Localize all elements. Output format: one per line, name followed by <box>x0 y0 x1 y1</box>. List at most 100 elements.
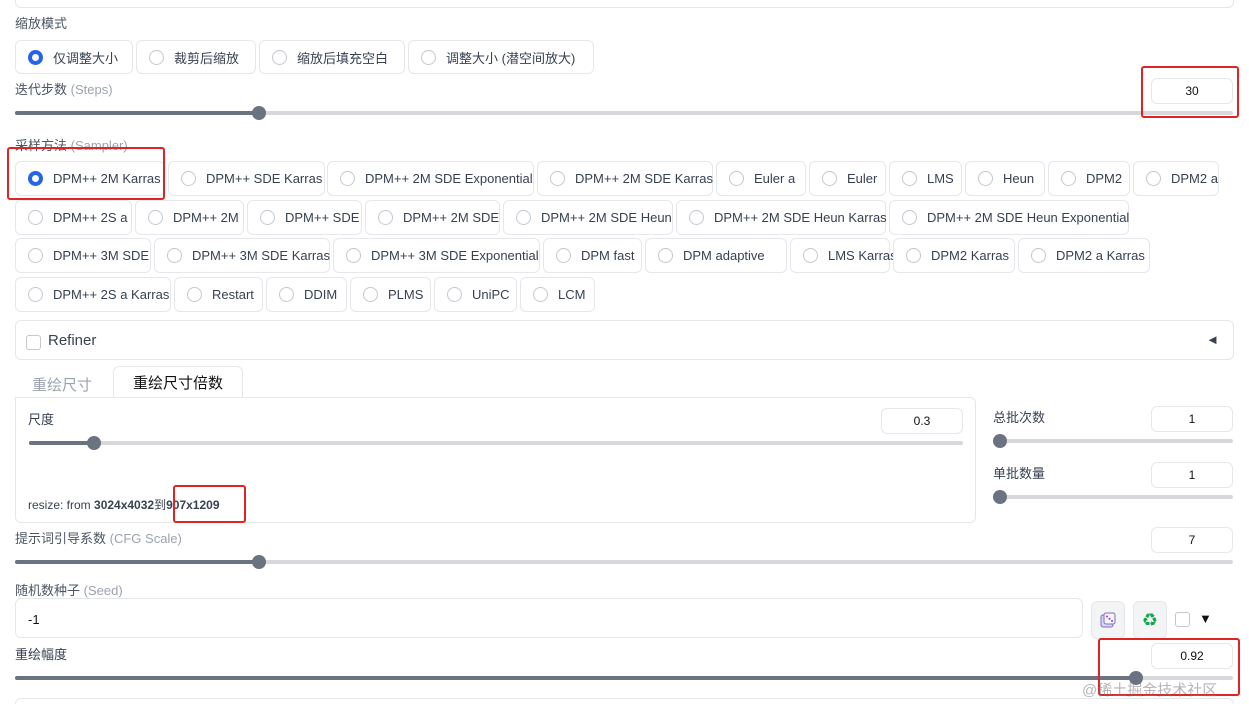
sampler-option[interactable]: LCM <box>520 277 595 312</box>
sampler-option[interactable]: DPM++ SDE <box>247 200 362 235</box>
batch-count-slider[interactable] <box>993 434 1233 448</box>
refiner-label: Refiner <box>48 332 97 349</box>
sampler-option-label: UniPC <box>472 287 510 302</box>
denoise-slider[interactable] <box>15 671 1233 685</box>
batch-count-slider-handle[interactable] <box>993 434 1007 448</box>
radio-icon <box>181 171 196 186</box>
radio-icon <box>260 210 275 225</box>
extra-seed-checkbox[interactable] <box>1175 612 1190 627</box>
sampler-option[interactable]: DPM++ 2M SDE Exponential <box>327 161 534 196</box>
steps-input[interactable]: 30 <box>1151 78 1233 104</box>
sampler-option[interactable]: DPM++ SDE Karras <box>168 161 325 196</box>
radio-icon <box>822 171 837 186</box>
sampler-option[interactable]: DPM2 <box>1048 161 1130 196</box>
radio-icon <box>447 287 462 302</box>
cfg-slider-handle[interactable] <box>251 555 266 569</box>
batch-size-slider[interactable] <box>993 490 1233 504</box>
sampler-option[interactable]: LMS <box>889 161 962 196</box>
sampler-option-label: DPM++ SDE Karras <box>206 171 323 186</box>
sampler-option[interactable]: DPM++ 2M SDE Heun <box>503 200 673 235</box>
sampler-option-label: DPM2 <box>1086 171 1123 186</box>
sampler-option[interactable]: DPM++ 3M SDE <box>15 238 151 273</box>
sampler-label: 采样方法 (Sampler) <box>15 138 128 153</box>
steps-label: 迭代步数 (Steps) <box>15 82 113 97</box>
sampler-option-label: Euler a <box>754 171 796 186</box>
seed-input[interactable]: -1 <box>15 598 1083 638</box>
sampler-option-label: DPM++ 2M SDE <box>403 210 500 225</box>
sampler-option-label: DPM++ 2M SDE Heun <box>541 210 672 225</box>
batch-size-slider-handle[interactable] <box>993 490 1007 504</box>
sampler-option[interactable]: DPM fast <box>543 238 642 273</box>
dice-icon <box>1100 612 1116 628</box>
sampler-option-label: Heun <box>1003 171 1035 186</box>
sampler-option-label: DPM2 Karras <box>931 248 1010 263</box>
sampler-option-label: DPM fast <box>581 248 635 263</box>
sampler-option[interactable]: DPM++ 2M SDE Karras <box>537 161 713 196</box>
sampler-option[interactable]: DPM adaptive <box>645 238 787 273</box>
sampler-option[interactable]: LMS Karras <box>790 238 897 273</box>
resize-mode-option-1[interactable]: 裁剪后缩放 <box>136 40 256 74</box>
sampler-option[interactable]: DPM++ 2S a Karras <box>15 277 171 312</box>
sampler-option-label: LMS <box>927 171 954 186</box>
radio-icon <box>363 287 378 302</box>
resize-mode-option-3[interactable]: 调整大小 (潜空间放大) <box>408 40 594 74</box>
resize-mode-option-0[interactable]: 仅调整大小 <box>15 40 133 74</box>
sampler-option[interactable]: PLMS <box>350 277 431 312</box>
sampler-option[interactable]: DPM++ 2M SDE Heun Exponential <box>889 200 1129 235</box>
sampler-option-label: DPM++ 2M SDE Heun Karras <box>714 210 887 225</box>
radio-icon <box>550 171 565 186</box>
sampler-option[interactable]: DPM++ 2M Karras <box>15 161 165 196</box>
sampler-option[interactable]: Euler a <box>716 161 806 196</box>
sampler-option[interactable]: UniPC <box>434 277 517 312</box>
radio-icon <box>421 49 436 65</box>
sampler-option[interactable]: DPM++ 2M SDE <box>365 200 500 235</box>
sampler-option-label: LMS Karras <box>828 248 897 263</box>
scale-input[interactable]: 0.3 <box>881 408 963 434</box>
batch-count-input[interactable]: 1 <box>1151 406 1233 432</box>
watermark: @稀土掘金技术社区 <box>1082 682 1218 699</box>
sampler-option[interactable]: DPM++ 2M <box>135 200 244 235</box>
collapse-arrow-icon[interactable]: ◄ <box>1206 332 1219 347</box>
resize-mode-label: 缩放模式 <box>15 16 68 31</box>
tab-resize-by[interactable]: 重绘尺寸倍数 <box>113 366 243 398</box>
sampler-option[interactable]: DPM2 a Karras <box>1018 238 1150 273</box>
radio-icon <box>28 248 43 263</box>
sampler-option[interactable]: Heun <box>965 161 1045 196</box>
sampler-option-label: DPM++ 2M SDE Exponential <box>365 171 533 186</box>
denoise-input[interactable]: 0.92 <box>1151 643 1233 669</box>
steps-slider-fill <box>15 111 259 115</box>
radio-icon <box>533 287 548 302</box>
sampler-option[interactable]: DPM++ 3M SDE Karras <box>154 238 330 273</box>
random-seed-button[interactable] <box>1091 601 1125 639</box>
radio-icon <box>689 210 704 225</box>
refiner-checkbox[interactable] <box>26 335 41 350</box>
batch-size-input[interactable]: 1 <box>1151 462 1233 488</box>
steps-slider[interactable] <box>15 106 1233 120</box>
cfg-input[interactable]: 7 <box>1151 527 1233 553</box>
seed-extra-dropdown-icon[interactable]: ▼ <box>1199 611 1212 626</box>
radio-icon <box>556 248 571 263</box>
sampler-option[interactable]: DPM2 Karras <box>893 238 1015 273</box>
refiner-accordion[interactable]: Refiner ◄ <box>15 320 1234 360</box>
sampler-option[interactable]: DPM++ 3M SDE Exponential <box>333 238 540 273</box>
sampler-option[interactable]: Restart <box>174 277 263 312</box>
resize-mode-option-2[interactable]: 缩放后填充空白 <box>259 40 405 74</box>
scale-label: 尺度 <box>28 412 55 427</box>
scale-slider[interactable] <box>29 436 963 450</box>
scale-slider-handle[interactable] <box>87 436 102 450</box>
reuse-seed-button[interactable]: ♻ <box>1133 601 1167 639</box>
radio-icon <box>28 210 43 225</box>
radio-icon <box>279 287 294 302</box>
sampler-option[interactable]: Euler <box>809 161 886 196</box>
steps-slider-handle[interactable] <box>251 106 266 120</box>
radio-icon <box>149 49 164 65</box>
seed-label: 随机数种子 (Seed) <box>15 583 123 598</box>
radio-icon <box>1061 171 1076 186</box>
sampler-option-label: LCM <box>558 287 586 302</box>
sampler-option[interactable]: DPM++ 2M SDE Heun Karras <box>676 200 887 235</box>
tab-resize-to[interactable]: 重绘尺寸 <box>32 374 92 395</box>
sampler-option[interactable]: DDIM <box>266 277 347 312</box>
sampler-option[interactable]: DPM++ 2S a <box>15 200 132 235</box>
cfg-slider[interactable] <box>15 555 1233 569</box>
sampler-option[interactable]: DPM2 a <box>1133 161 1219 196</box>
